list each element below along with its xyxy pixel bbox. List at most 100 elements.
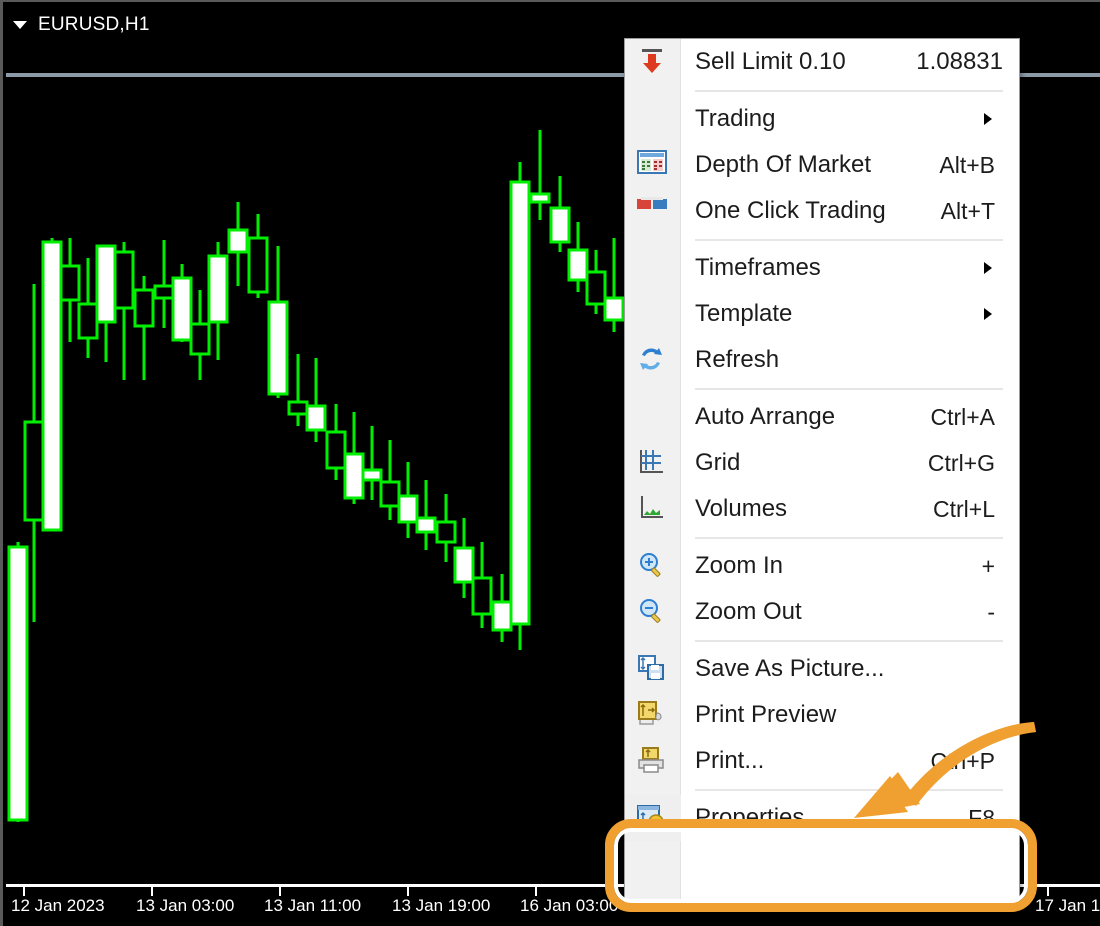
- menu-item-depth-of-market[interactable]: Depth Of MarketAlt+B: [625, 142, 1019, 188]
- menu-item-shortcut: Alt+T: [941, 198, 1019, 225]
- x-axis-label: 13 Jan 11:00: [264, 896, 361, 916]
- candlestick: [209, 242, 227, 360]
- candlestick: [289, 354, 307, 426]
- menu-item-label: Timeframes: [681, 254, 984, 282]
- menu-item-auto-arrange[interactable]: Auto ArrangeCtrl+A: [625, 394, 1019, 440]
- menu-item-label: Properties...: [681, 804, 968, 832]
- menu-item-shortcut: -: [987, 599, 1019, 626]
- print-icon: [625, 738, 681, 784]
- menu-item-shortcut: F8: [968, 805, 1019, 832]
- menu-separator: [625, 85, 1019, 96]
- menu-separator: [625, 234, 1019, 245]
- menu-item-template[interactable]: Template: [625, 291, 1019, 337]
- sell-limit-arrow-icon: [625, 39, 681, 85]
- submenu-chevron-right-icon: [984, 113, 992, 125]
- x-axis-label: 13 Jan 03:00: [136, 896, 234, 916]
- candlestick: [473, 542, 491, 628]
- candlestick: [363, 426, 381, 500]
- menu-item-properties[interactable]: Properties...F8: [625, 795, 1019, 841]
- chevron-down-icon[interactable]: [13, 21, 27, 29]
- print-preview-icon: [637, 700, 669, 730]
- menu-item-label: One Click Trading: [681, 197, 941, 225]
- zoom-in-icon: [625, 543, 681, 589]
- grid-icon: [637, 448, 669, 478]
- screenshot-root: EURUSD,H1 12 Jan 202313 Jan 03:0013 Jan …: [0, 0, 1100, 926]
- candlestick: [587, 250, 605, 314]
- x-axis-label: 12 Jan 2023: [11, 896, 105, 916]
- x-axis-tick: [23, 887, 25, 896]
- menu-item-label: Template: [681, 300, 984, 328]
- menu-item-label: Print...: [681, 747, 930, 775]
- menu-item-shortcut: Ctrl+G: [928, 450, 1019, 477]
- candlestick: [551, 176, 569, 252]
- candlestick: [327, 404, 345, 480]
- menu-item-timeframes[interactable]: Timeframes: [625, 245, 1019, 291]
- x-axis-label: 16 Jan 03:00: [520, 896, 618, 916]
- refresh-icon: [625, 337, 681, 383]
- x-axis-tick: [1047, 887, 1049, 896]
- menu-item-refresh[interactable]: Refresh: [625, 337, 1019, 383]
- menu-item-zoom-out[interactable]: Zoom Out-: [625, 589, 1019, 635]
- menu-icon-slot: [625, 245, 681, 291]
- x-axis-tick: [535, 887, 537, 896]
- candlestick: [437, 494, 455, 562]
- save-as-picture-icon: [637, 654, 669, 684]
- menu-item-label: Refresh: [681, 346, 1019, 374]
- candlestick: [9, 542, 27, 822]
- grid-icon: [625, 440, 681, 486]
- candlestick: [155, 240, 173, 328]
- menu-separator: [625, 532, 1019, 543]
- candlestick: [493, 574, 511, 642]
- candlestick: [173, 264, 191, 342]
- menu-item-shortcut: Alt+B: [939, 152, 1019, 179]
- candlestick: [61, 238, 79, 342]
- menu-item-shortcut: Ctrl+A: [930, 404, 1019, 431]
- candlestick: [79, 258, 97, 358]
- menu-item-one-click-trading[interactable]: One Click TradingAlt+T: [625, 188, 1019, 234]
- menu-separator: [625, 635, 1019, 646]
- menu-item-label: Trading: [681, 105, 984, 133]
- properties-icon: [625, 795, 681, 841]
- menu-item-list: Sell Limit 0.101.08831 Trading Depth Of Ma…: [625, 39, 1019, 841]
- volumes-icon: [625, 486, 681, 532]
- candlestick: [569, 222, 587, 292]
- menu-item-save-as-picture[interactable]: Save As Picture...: [625, 646, 1019, 692]
- print-preview-icon: [625, 692, 681, 738]
- candlestick: [399, 462, 417, 538]
- candlestick: [97, 246, 115, 362]
- menu-item-print-preview[interactable]: Print Preview: [625, 692, 1019, 738]
- menu-item-trading[interactable]: Trading: [625, 96, 1019, 142]
- x-axis-label: 13 Jan 19:00: [392, 896, 490, 916]
- menu-item-grid[interactable]: GridCtrl+G: [625, 440, 1019, 486]
- candlestick: [191, 290, 209, 380]
- x-axis-tick: [151, 887, 153, 896]
- menu-item-print[interactable]: Print...Ctrl+P: [625, 738, 1019, 784]
- menu-item-shortcut: Ctrl+L: [933, 496, 1019, 523]
- x-axis-label: 17 Jan 1: [1035, 896, 1100, 916]
- candlestick: [455, 518, 473, 598]
- menu-item-label: Save As Picture...: [681, 655, 1019, 683]
- menu-item-label: Print Preview: [681, 701, 1019, 729]
- menu-item-sell-limit-0-10[interactable]: Sell Limit 0.101.08831: [625, 39, 1019, 85]
- zoom-out-icon: [637, 597, 669, 627]
- menu-item-volumes[interactable]: VolumesCtrl+L: [625, 486, 1019, 532]
- properties-icon: [637, 803, 669, 833]
- menu-icon-slot: [625, 96, 681, 142]
- candlestick: [511, 162, 529, 650]
- candlestick: [135, 276, 153, 380]
- menu-item-shortcut: +: [982, 553, 1019, 580]
- candlestick: [43, 238, 61, 530]
- candlestick: [381, 440, 399, 520]
- menu-item-label: Sell Limit 0.10: [681, 48, 916, 76]
- menu-item-zoom-in[interactable]: Zoom In+: [625, 543, 1019, 589]
- submenu-chevron-right-icon: [984, 308, 992, 320]
- one-click-trading-icon: [625, 188, 681, 234]
- menu-item-label: Grid: [681, 449, 928, 477]
- chart-context-menu[interactable]: Sell Limit 0.101.08831 Trading Depth Of Ma…: [624, 38, 1020, 910]
- candlestick: [269, 246, 287, 398]
- one-click-trading-icon: [637, 196, 669, 226]
- candlestick: [307, 358, 325, 442]
- menu-icon-slot: [625, 394, 681, 440]
- menu-item-label: Depth Of Market: [681, 151, 939, 179]
- candlestick: [531, 130, 549, 220]
